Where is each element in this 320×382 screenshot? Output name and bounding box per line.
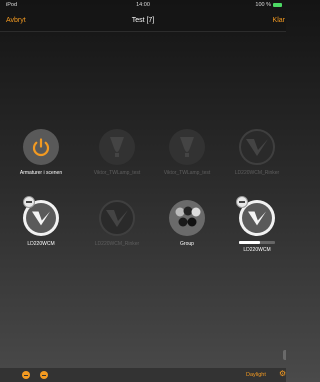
tile-label: Armaturer i scenen <box>19 170 63 176</box>
power-icon <box>23 129 59 165</box>
minus-icon <box>24 374 28 376</box>
remove-button[interactable] <box>236 196 248 208</box>
lamp-icon <box>99 129 135 165</box>
tile-ld220-linear-2[interactable]: LD220WCM_Rinker <box>82 200 152 270</box>
zoom-in-button[interactable] <box>40 371 48 379</box>
tile-label: Viktor_TWLamp_test <box>163 170 211 176</box>
daylight-button[interactable]: Daylight <box>246 372 266 378</box>
tile-ld220wcm-1[interactable]: LD220WCM <box>6 200 76 270</box>
tile-fixtures-in-scene[interactable]: Armaturer i scenen <box>6 129 76 199</box>
lamp-icon <box>169 129 205 165</box>
v-logo-icon <box>239 129 275 165</box>
tile-lamp-1[interactable]: Viktor_TWLamp_test <box>82 129 152 199</box>
tile-group[interactable]: Group <box>152 200 222 270</box>
group-icon <box>169 200 205 236</box>
remove-button[interactable] <box>23 196 35 208</box>
tile-label: LD220WCM_Rinker <box>234 170 280 176</box>
tile-ld220-linear-1[interactable]: LD220WCM_Rinker <box>222 129 292 199</box>
tile-label: LD220WCM <box>243 247 271 253</box>
tile-label: Group <box>180 241 194 247</box>
zoom-out-button[interactable] <box>22 371 30 379</box>
tile-label: LD220WCM_Rinker <box>94 241 140 247</box>
dim-level-fill <box>239 241 260 244</box>
tile-ld220wcm-2[interactable]: LD220WCM <box>222 200 292 270</box>
tile-label: Viktor_TWLamp_test <box>93 170 141 176</box>
v-logo-icon <box>99 200 135 236</box>
minus-icon <box>26 201 32 203</box>
minus-icon <box>42 374 46 376</box>
gear-icon[interactable]: ⚙ <box>279 370 286 378</box>
tile-lamp-2[interactable]: Viktor_TWLamp_test <box>152 129 222 199</box>
fixture-grid: Armaturer i scenen Viktor_TWLamp_test Vi… <box>0 0 286 382</box>
side-drawer-handle[interactable] <box>283 350 286 360</box>
minus-icon <box>239 201 245 203</box>
tile-label: LD220WCM <box>27 241 55 247</box>
